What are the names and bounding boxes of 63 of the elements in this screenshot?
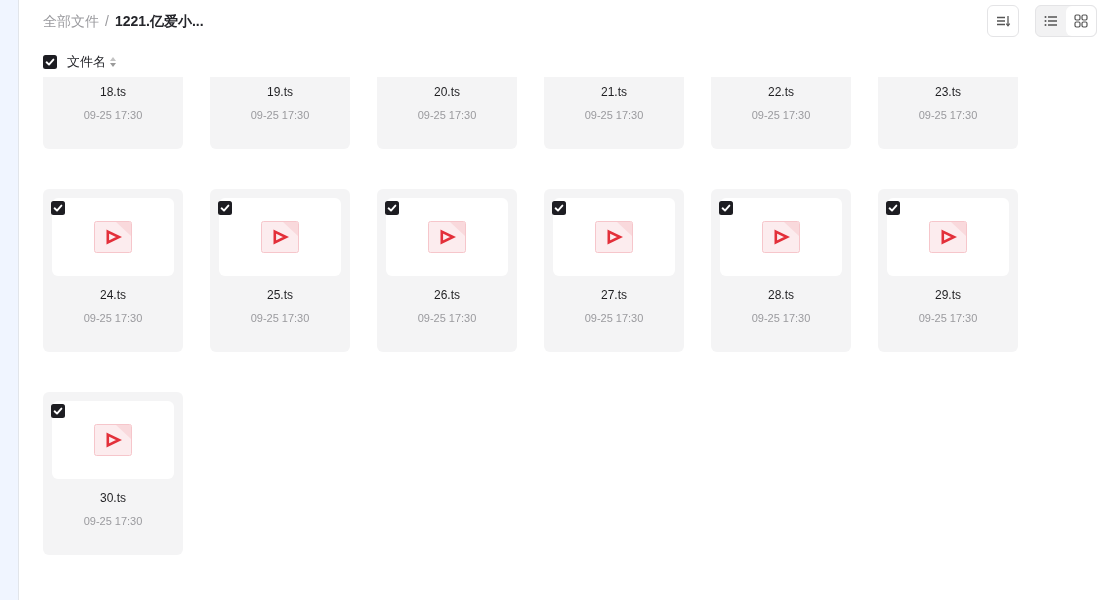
checkbox[interactable]	[218, 201, 232, 215]
checkbox[interactable]	[51, 201, 65, 215]
play-icon	[261, 221, 299, 253]
sort-button[interactable]	[987, 5, 1019, 37]
file-card[interactable]: 19.ts 09-25 17:30	[210, 77, 350, 149]
file-time: 09-25 17:30	[918, 108, 978, 123]
grid-view-button[interactable]	[1066, 6, 1096, 36]
file-name: 22.ts	[768, 84, 794, 101]
file-time: 09-25 17:30	[918, 311, 978, 326]
file-card[interactable]: 20.ts 09-25 17:30	[377, 77, 517, 149]
file-name: 19.ts	[267, 84, 293, 101]
file-card[interactable]: 26.ts 09-25 17:30	[377, 189, 517, 352]
column-header[interactable]: 文件名	[67, 53, 106, 71]
file-name: 28.ts	[768, 287, 794, 304]
checkbox[interactable]	[43, 55, 57, 69]
play-icon	[94, 221, 132, 253]
file-card[interactable]: 23.ts 09-25 17:30	[878, 77, 1018, 149]
file-time: 09-25 17:30	[250, 311, 310, 326]
play-icon	[94, 424, 132, 456]
file-time: 09-25 17:30	[751, 108, 811, 123]
sort-icon	[995, 13, 1011, 29]
play-icon	[762, 221, 800, 253]
file-name: 20.ts	[434, 84, 460, 101]
file-time: 09-25 17:30	[417, 108, 477, 123]
file-time: 09-25 17:30	[584, 311, 644, 326]
file-card[interactable]: 27.ts 09-25 17:30	[544, 189, 684, 352]
checkbox[interactable]	[886, 201, 900, 215]
sort-caret-icon[interactable]	[110, 57, 116, 67]
file-name: 18.ts	[100, 84, 126, 101]
play-icon	[595, 221, 633, 253]
file-card[interactable]: 24.ts 09-25 17:30	[43, 189, 183, 352]
grid-icon	[1073, 13, 1089, 29]
file-name: 30.ts	[100, 490, 126, 507]
file-time: 09-25 17:30	[83, 108, 143, 123]
checkbox[interactable]	[385, 201, 399, 215]
file-name: 21.ts	[601, 84, 627, 101]
breadcrumb-separator: /	[105, 12, 109, 31]
file-card[interactable]: 28.ts 09-25 17:30	[711, 189, 851, 352]
file-time: 09-25 17:30	[83, 514, 143, 529]
file-card[interactable]: 22.ts 09-25 17:30	[711, 77, 851, 149]
file-time: 09-25 17:30	[250, 108, 310, 123]
file-name: 27.ts	[601, 287, 627, 304]
file-time: 09-25 17:30	[83, 311, 143, 326]
file-card[interactable]: 30.ts 09-25 17:30	[43, 392, 183, 555]
checkbox[interactable]	[719, 201, 733, 215]
file-card[interactable]: 29.ts 09-25 17:30	[878, 189, 1018, 352]
checkbox[interactable]	[552, 201, 566, 215]
file-time: 09-25 17:30	[751, 311, 811, 326]
file-name: 29.ts	[935, 287, 961, 304]
file-name: 23.ts	[935, 84, 961, 101]
file-name: 24.ts	[100, 287, 126, 304]
file-card[interactable]: 25.ts 09-25 17:30	[210, 189, 350, 352]
file-card[interactable]: 18.ts 09-25 17:30	[43, 77, 183, 149]
play-icon	[428, 221, 466, 253]
file-time: 09-25 17:30	[417, 311, 477, 326]
breadcrumb-item[interactable]: 1221.亿爱小...	[114, 11, 204, 31]
file-time: 09-25 17:30	[584, 108, 644, 123]
file-name: 26.ts	[434, 287, 460, 304]
checkbox[interactable]	[51, 404, 65, 418]
file-card[interactable]: 21.ts 09-25 17:30	[544, 77, 684, 149]
file-name: 25.ts	[267, 287, 293, 304]
play-icon	[929, 221, 967, 253]
list-icon	[1043, 13, 1059, 29]
